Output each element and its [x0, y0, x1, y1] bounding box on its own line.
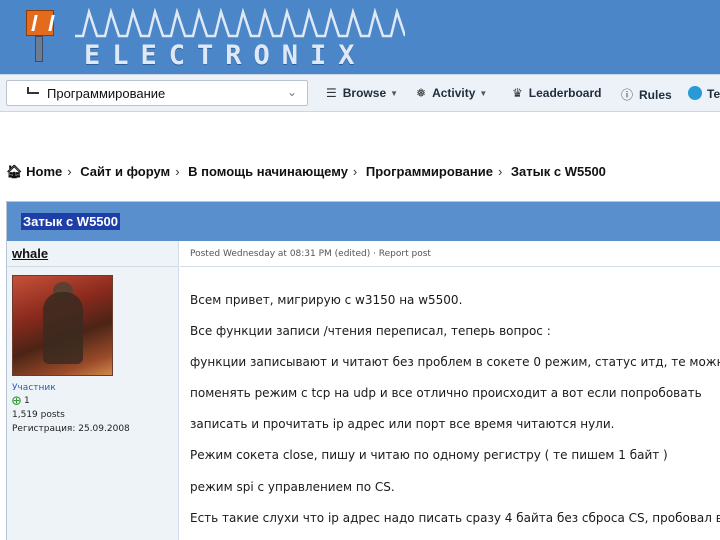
author-registered: Регистрация: 25.09.2008 — [12, 424, 130, 434]
info-icon: ⓘ — [621, 88, 634, 102]
post-line: записать и прочитать ip адрес или порт в… — [190, 417, 615, 431]
post-line: Всем привет, мигрирую с w3150 на w5500. — [190, 293, 463, 307]
dropdown-caret-icon: ▼ — [390, 89, 399, 98]
author-name[interactable]: whale — [12, 246, 48, 261]
breadcrumb-beginners[interactable]: В помощь начинающему — [188, 164, 348, 179]
nav-telegram[interactable]: Te — [688, 86, 720, 101]
post-title: Затык с W5500 — [21, 213, 120, 230]
post-title-bar: Затык с W5500 — [7, 202, 720, 241]
post-line: поменять режим с tcp на udp и все отличн… — [190, 386, 702, 400]
breadcrumb-site-forum[interactable]: Сайт и форум — [80, 164, 170, 179]
waveform-decoration — [75, 7, 405, 38]
dropdown-caret-icon: ▼ — [479, 89, 488, 98]
site-header: ELECTRONIX — [0, 0, 720, 74]
author-role: Участник — [12, 383, 56, 393]
chevron-down-icon: ⌄ — [286, 85, 297, 99]
author-panel: whale Участник ⨁ 1 1,519 posts Регистраци… — [7, 241, 179, 540]
nav-leaderboard[interactable]: ♛ Leaderboard — [512, 86, 601, 100]
nav-bar: Программирование ⌄ ☰ Browse ▼ ❅ Activity ▼ ♛… — [0, 74, 720, 112]
telegram-icon — [688, 86, 702, 100]
author-post-count: 1,519 posts — [12, 410, 65, 420]
post-line: режим spi с управлением по CS. — [190, 480, 395, 494]
electronix-logo-icon[interactable] — [24, 8, 54, 64]
post-line: Есть такие слухи что ip адрес надо писат… — [190, 511, 720, 525]
plus-circle-icon: ⨁ — [12, 396, 21, 406]
breadcrumb: 🏠︎ Home › Сайт и форум › В помощь начинающ… — [6, 164, 606, 179]
breadcrumb-topic[interactable]: Затык с W5500 — [511, 164, 606, 179]
forum-jump-select[interactable]: Программирование ⌄ — [6, 80, 308, 106]
post-meta[interactable]: Posted Wednesday at 08:31 PM (edited) · … — [190, 249, 431, 259]
subforum-tree-icon — [27, 87, 39, 94]
nav-activity[interactable]: ❅ Activity ▼ — [416, 86, 487, 100]
list-icon: ☰ — [326, 86, 337, 100]
post-content: Posted Wednesday at 08:31 PM (edited) · … — [180, 241, 720, 540]
author-reputation: ⨁ 1 — [12, 396, 30, 406]
trophy-icon: ♛ — [512, 86, 523, 100]
breadcrumb-programming[interactable]: Программирование — [366, 164, 493, 179]
post-line: Все функции записи /чтения переписал, те… — [190, 324, 551, 338]
forum-post: Затык с W5500 whale Участник ⨁ 1 1,519 po… — [6, 201, 720, 540]
post-line: функции записывают и читают без проблем … — [190, 355, 720, 369]
home-icon: 🏠︎ — [6, 164, 23, 179]
breadcrumb-home[interactable]: Home — [26, 164, 62, 179]
post-line: Режим сокета close, пишу и читаю по одно… — [190, 448, 668, 462]
avatar[interactable] — [12, 275, 113, 376]
nav-rules[interactable]: ⓘ Rules — [621, 86, 672, 103]
forum-jump-value: Программирование — [47, 86, 166, 101]
megaphone-icon: ❅ — [416, 86, 427, 100]
brand-wordmark[interactable]: ELECTRONIX — [84, 40, 367, 71]
nav-browse[interactable]: ☰ Browse ▼ — [326, 86, 398, 100]
